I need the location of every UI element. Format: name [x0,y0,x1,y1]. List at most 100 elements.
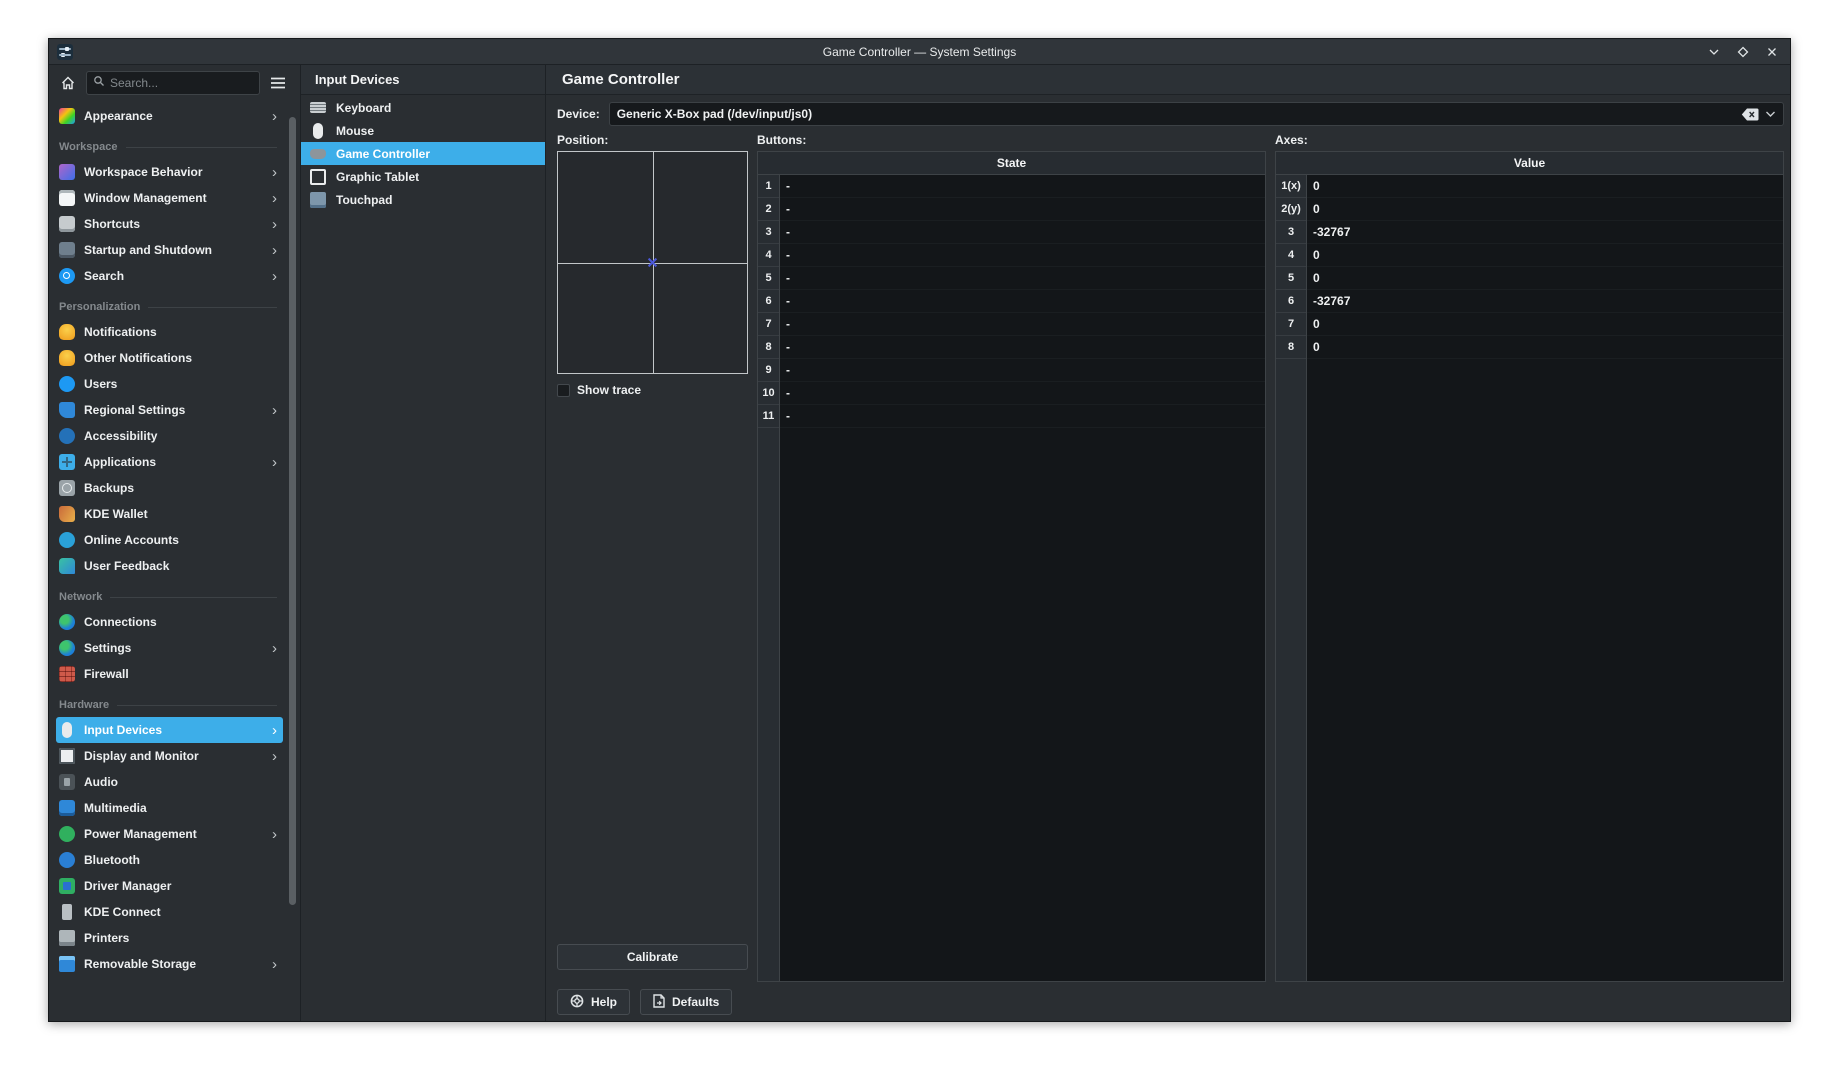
users-icon [59,376,75,392]
button-state-cell: - [780,405,1265,428]
input-devices-icon [62,722,72,738]
sidebar-item-network[interactable]: Network › [56,579,283,609]
sidebar-item-shortcuts[interactable]: Shortcuts › [56,211,283,237]
search-box[interactable] [86,71,260,95]
input-devices-panel: Input Devices Keyboard Mouse [301,65,546,1021]
sidebar-item-accessibility[interactable]: Accessibility › [56,423,283,449]
sidebar-item-power-management[interactable]: Power Management › [56,821,283,847]
sidebar-item-label: Printers [84,931,129,945]
axis-number: 6 [1276,290,1306,313]
sidebar-item-label: Notifications [84,325,157,339]
show-trace-checkbox[interactable] [557,384,570,397]
power-management-icon [59,826,75,842]
axes-row-headers: 1(x)2(y)345678 [1276,175,1307,981]
printers-icon [59,930,75,946]
accessibility-icon [59,428,75,444]
sidebar-item-kde-wallet[interactable]: KDE Wallet › [56,501,283,527]
sidebar-item-other-notifications[interactable]: Other Notifications › [56,345,283,371]
minimize-button[interactable] [1708,46,1720,58]
device-item-game-controller[interactable]: Game Controller [301,142,545,165]
device-combobox-value: Generic X-Box pad (/dev/input/js0) [617,107,1735,121]
chevron-right-icon: › [272,269,277,284]
button-state-cell: - [780,336,1265,359]
menu-button[interactable] [266,71,290,95]
sidebar-item-online-accounts[interactable]: Online Accounts › [56,527,283,553]
kde-connect-icon [62,904,72,920]
position-display [557,151,748,374]
chevron-down-icon[interactable] [1765,110,1776,118]
device-combobox[interactable]: Generic X-Box pad (/dev/input/js0) [609,102,1784,126]
sidebar-item-label: User Feedback [84,559,169,573]
chevron-right-icon: › [272,827,277,842]
sidebar-item-firewall[interactable]: Firewall › [56,661,283,687]
window-management-icon [59,190,75,206]
sidebar-item-workspace-behavior[interactable]: Workspace Behavior › [56,159,283,185]
audio-icon [59,774,75,790]
sidebar-item-workspace[interactable]: Workspace › [56,129,283,159]
sidebar-item-audio[interactable]: Audio › [56,769,283,795]
sidebar-item-settings[interactable]: Settings › [56,635,283,661]
sidebar-item-label: Applications [84,455,156,469]
sidebar-list: Appearance › Workspace › Workspace Beh [49,101,300,1021]
buttons-rows: ----------- [780,175,1265,981]
help-button[interactable]: Help [557,989,630,1015]
device-item-label: Graphic Tablet [336,170,419,184]
sidebar-item-bluetooth[interactable]: Bluetooth › [56,847,283,873]
buttons-table: State 1234567891011 ----------- [757,151,1266,982]
sidebar-item-input-devices[interactable]: Input Devices › [56,717,283,743]
buttons-table-header: State [758,152,1265,175]
row-number: 2 [758,198,779,221]
sidebar-item-printers[interactable]: Printers › [56,925,283,951]
sidebar-item-driver-manager[interactable]: Driver Manager › [56,873,283,899]
calibrate-button[interactable]: Calibrate [557,944,748,970]
settings-icon [59,640,75,656]
sidebar-scrollbar[interactable] [289,117,296,905]
sidebar-item-window-management[interactable]: Window Management › [56,185,283,211]
sidebar-item-regional-settings[interactable]: Regional Settings › [56,397,283,423]
button-state-cell: - [780,382,1265,405]
sidebar-item-kde-connect[interactable]: KDE Connect › [56,899,283,925]
firewall-icon [59,666,75,682]
device-item-mouse[interactable]: Mouse [301,119,545,142]
device-item-keyboard[interactable]: Keyboard [301,96,545,119]
graphic-tablet-icon [310,169,326,185]
position-marker [648,258,657,267]
sidebar-item-label: Driver Manager [84,879,171,893]
sidebar-item-hardware[interactable]: Hardware › [56,687,283,717]
sidebar-item-personalization[interactable]: Personalization › [56,289,283,319]
defaults-button[interactable]: Defaults [640,989,732,1015]
kde-wallet-icon [59,506,75,522]
sidebar-item-removable-storage[interactable]: Removable Storage › [56,951,283,977]
sidebar-item-label: Accessibility [84,429,157,443]
backups-icon [59,480,75,496]
row-number: 10 [758,382,779,405]
sidebar-item-applications[interactable]: Applications › [56,449,283,475]
home-button[interactable] [56,71,80,95]
search-icon [93,74,105,92]
device-item-touchpad[interactable]: Touchpad [301,188,545,211]
device-item-graphic-tablet[interactable]: Graphic Tablet [301,165,545,188]
section-divider [110,597,277,598]
device-item-label: Mouse [336,124,374,138]
sidebar-item-startup-and-shutdown[interactable]: Startup and Shutdown › [56,237,283,263]
sidebar-item-label: Removable Storage [84,957,196,971]
sidebar-item-search[interactable]: Search › [56,263,283,289]
sidebar-item-user-feedback[interactable]: User Feedback › [56,553,283,579]
sidebar-item-multimedia[interactable]: Multimedia › [56,795,283,821]
show-trace-label: Show trace [577,383,641,397]
show-trace-option[interactable]: Show trace [557,383,748,397]
clear-icon[interactable] [1741,108,1759,121]
sidebar-item-notifications[interactable]: Notifications › [56,319,283,345]
help-icon [570,994,584,1011]
sidebar-item-display-and-monitor[interactable]: Display and Monitor › [56,743,283,769]
axis-value-cell: -32767 [1307,221,1783,244]
sidebar-item-appearance[interactable]: Appearance › [56,103,283,129]
sidebar-item-label: Startup and Shutdown [84,243,212,257]
close-button[interactable] [1766,46,1778,58]
sidebar-item-backups[interactable]: Backups › [56,475,283,501]
sidebar-item-users[interactable]: Users › [56,371,283,397]
sidebar-item-connections[interactable]: Connections › [56,609,283,635]
search-input[interactable] [110,76,253,90]
sidebar-item-label: Audio [84,775,118,789]
maximize-button[interactable] [1737,46,1749,58]
